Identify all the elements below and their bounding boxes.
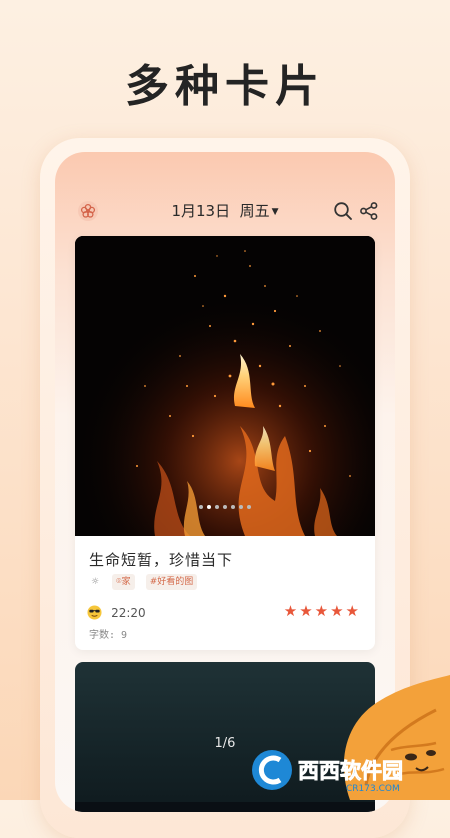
page-title: 多种卡片 (125, 61, 325, 112)
weather-icon: ☼ (91, 577, 100, 587)
svg-text:西西软件园: 西西软件园 (298, 759, 403, 783)
svg-text:CR173.COM: CR173.COM (346, 784, 400, 794)
pager-dot-active (207, 505, 211, 509)
location-tag[interactable]: ⌾家 (112, 574, 135, 590)
chevron-down-icon: ▼ (271, 206, 279, 217)
location-label: 家 (121, 577, 131, 587)
fire-photo[interactable] (75, 236, 375, 536)
meta-row: 22:20 ★★★★★ (87, 602, 363, 620)
share-icon[interactable] (359, 201, 379, 221)
pager-dot (231, 505, 235, 509)
entry-time: 22:20 (111, 605, 146, 620)
card-title: 生命短暂，珍惜当下 (89, 551, 234, 569)
date-label: 1月13日 (171, 202, 231, 220)
watermark-logo: 西西软件园 CR173.COM (250, 744, 445, 796)
photo-pager-dots (75, 494, 375, 513)
hashtag[interactable]: #好看的图 (145, 574, 198, 590)
top-bar: 1月13日 周五 ▼ (55, 192, 395, 228)
star-rating: ★★★★★ (283, 602, 361, 620)
pager-dot (223, 505, 227, 509)
pager-dot (239, 505, 243, 509)
pager-dot (199, 505, 203, 509)
pager-dot (247, 505, 251, 509)
word-count: 字数: 9 (89, 630, 128, 641)
search-icon[interactable] (333, 201, 353, 221)
mood-cool-emoji-icon (87, 605, 102, 620)
watermark-logo-graphic: 西西软件园 CR173.COM (252, 750, 403, 794)
diary-card[interactable]: 生命短暂，珍惜当下 ☼ ⌾家 #好看的图 22:20 ★★★★★ 字数: 9 (75, 236, 375, 650)
weekday-label: 周五 (239, 202, 270, 220)
pager-dot (215, 505, 219, 509)
tag-row: ☼ ⌾家 #好看的图 (89, 574, 203, 592)
